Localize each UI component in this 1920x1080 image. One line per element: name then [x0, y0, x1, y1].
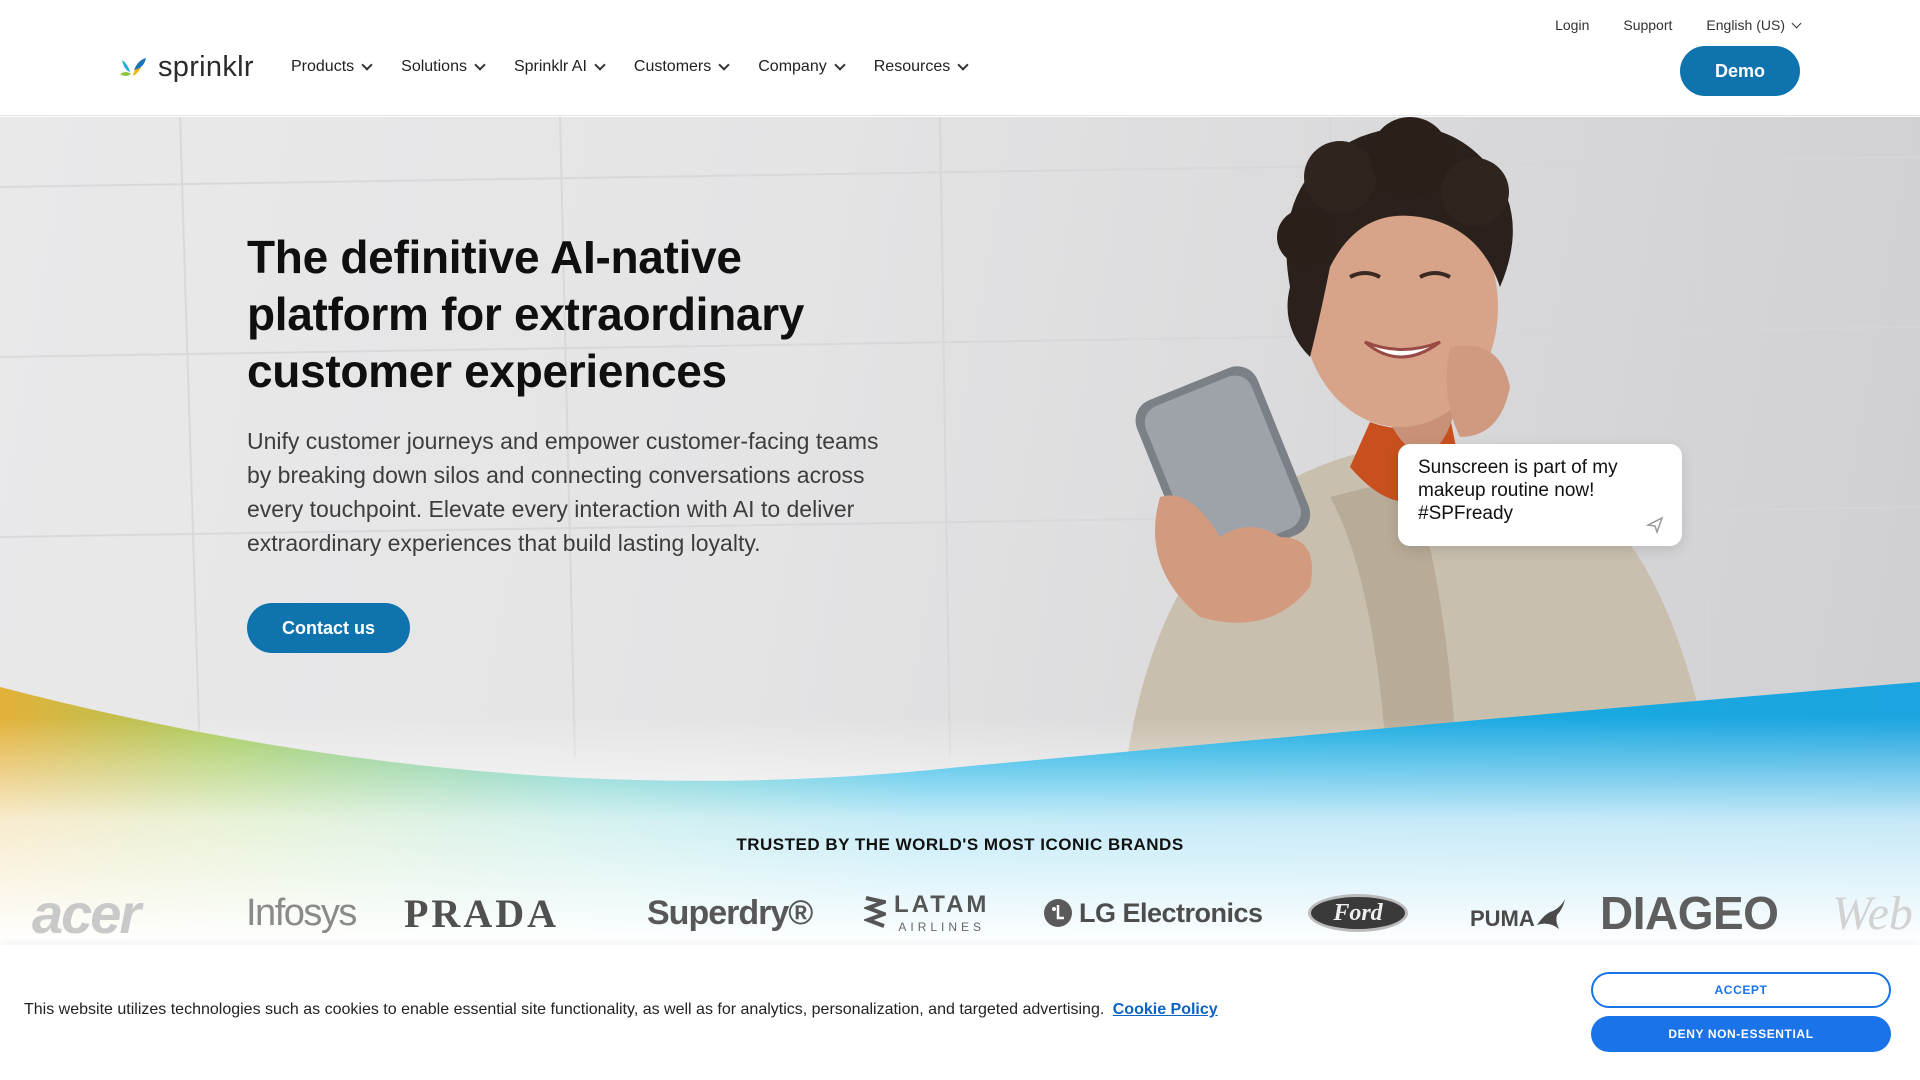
hero-section: The definitive AI-native platform for ex… [0, 117, 1920, 945]
support-link[interactable]: Support [1623, 17, 1672, 33]
sprinklr-logo[interactable]: sprinklr [118, 51, 254, 84]
nav-resources[interactable]: Resources [873, 58, 969, 76]
logo-wordmark: sprinklr [158, 51, 254, 83]
utility-nav: Login Support English (US) [1555, 17, 1802, 33]
site-header: Login Support English (US) sprinklr Prod… [0, 0, 1920, 116]
nav-customers[interactable]: Customers [633, 58, 730, 76]
accept-cookies-button[interactable]: ACCEPT [1591, 972, 1891, 1008]
chevron-down-icon [594, 59, 606, 71]
main-nav: Products Solutions Sprinklr AI Customers… [291, 58, 969, 76]
gradient-wave [0, 682, 1920, 945]
lg-mark-icon [1044, 899, 1072, 927]
nav-label: Solutions [401, 58, 467, 75]
language-selector[interactable]: English (US) [1706, 17, 1802, 33]
nav-label: Customers [633, 58, 712, 75]
latam-wordmark: LATAM [894, 891, 990, 918]
nav-label: Resources [873, 58, 951, 75]
language-label: English (US) [1706, 17, 1785, 33]
brand-logo-lg: LG Electronics [1043, 885, 1263, 941]
chevron-down-icon [957, 59, 969, 71]
latam-mark-icon [864, 896, 886, 928]
chevron-down-icon [361, 59, 373, 71]
chevron-down-icon [718, 59, 730, 71]
brand-logo-ford: Ford [1308, 885, 1408, 941]
chevron-down-icon [834, 59, 846, 71]
nav-company[interactable]: Company [758, 58, 846, 76]
cookie-banner: This website utilizes technologies such … [0, 945, 1920, 1080]
brand-logo-infosys: Infosys [246, 891, 357, 934]
latam-subtext: AIRLINES [898, 920, 986, 934]
brands-heading: TRUSTED BY THE WORLD'S MOST ICONIC BRAND… [736, 835, 1184, 854]
lg-wordmark: LG Electronics [1079, 897, 1263, 928]
demo-button[interactable]: Demo [1680, 46, 1800, 96]
nav-label: Company [758, 58, 827, 75]
brand-logo-superdry: Superdry® [647, 893, 813, 932]
nav-sprinklr-ai[interactable]: Sprinklr AI [513, 58, 606, 76]
brand-logo-strip: acer Infosys PRADA Superdry® LATAM AIRLI… [0, 881, 1920, 945]
cookie-message: This website utilizes technologies such … [24, 1001, 1218, 1019]
nav-label: Sprinklr AI [513, 58, 587, 75]
nav-solutions[interactable]: Solutions [401, 58, 486, 76]
nav-products[interactable]: Products [291, 58, 373, 76]
login-link[interactable]: Login [1555, 17, 1589, 33]
nav-label: Products [291, 58, 355, 75]
ford-wordmark: Ford [1333, 899, 1383, 926]
cookie-policy-link[interactable]: Cookie Policy [1113, 1001, 1218, 1018]
brand-logo-latam: LATAM AIRLINES [864, 885, 989, 941]
brand-logo-prada: PRADA [404, 890, 559, 936]
cookie-text: This website utilizes technologies such … [24, 1001, 1105, 1018]
chevron-down-icon [1791, 18, 1802, 28]
brand-logo-diageo: DIAGEO [1600, 887, 1779, 939]
puma-cat-icon [1536, 899, 1565, 929]
sprinklr-logo-icon [120, 57, 146, 76]
chevron-down-icon [474, 59, 486, 71]
brand-logo-web-partial: Web [1832, 886, 1913, 940]
brand-logo-acer: acer [32, 881, 141, 945]
deny-non-essential-button[interactable]: DENY NON-ESSENTIAL [1591, 1016, 1891, 1052]
puma-wordmark: PUMA [1470, 906, 1535, 931]
brand-logo-puma: PUMA [1470, 885, 1569, 941]
